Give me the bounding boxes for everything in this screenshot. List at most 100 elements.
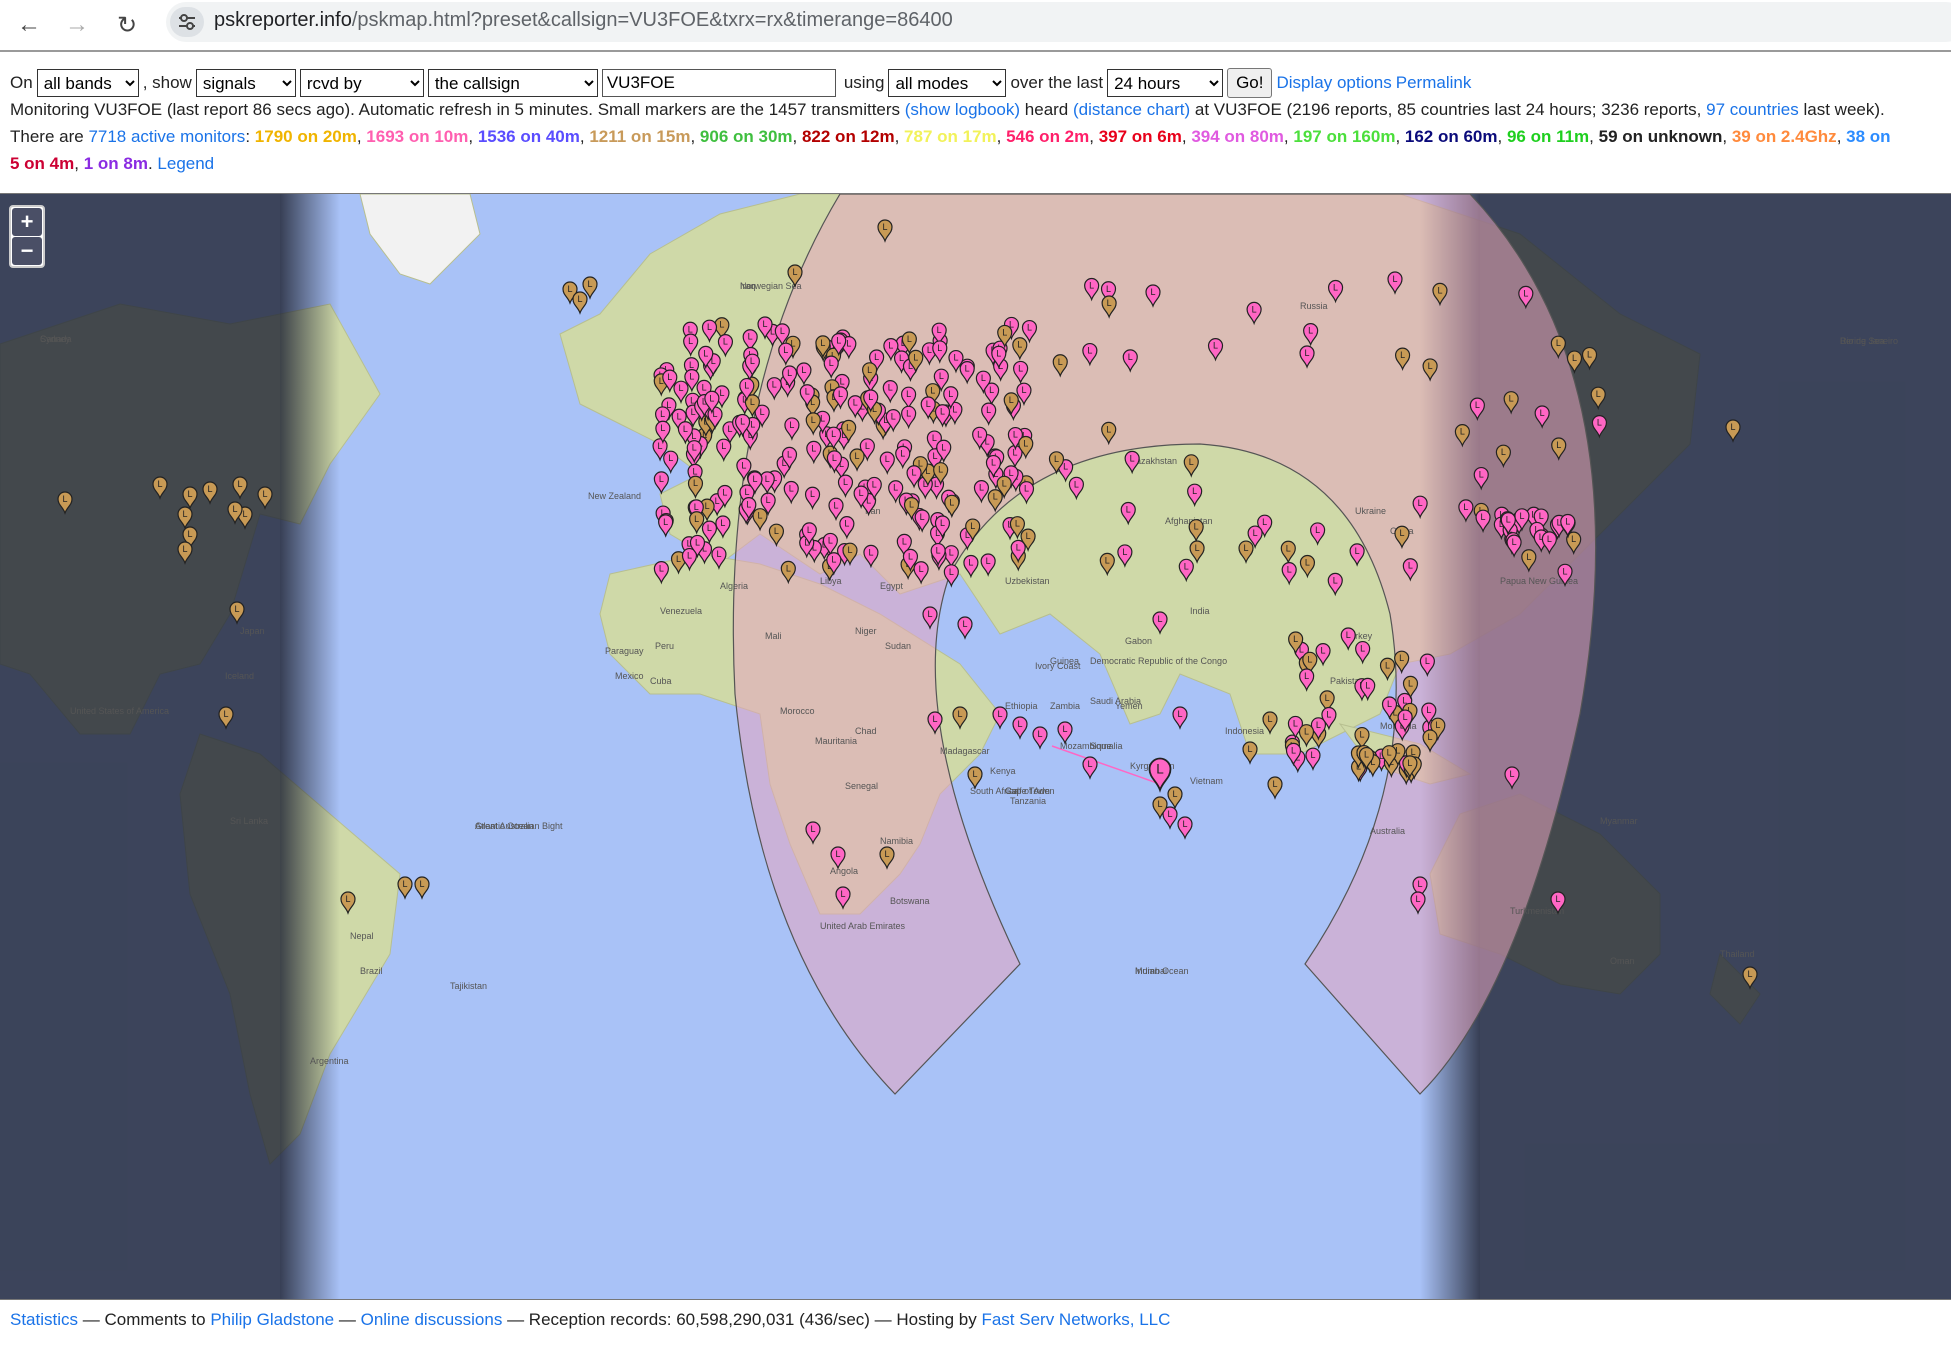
svg-text:L: L [909,500,914,510]
svg-text:L: L [1002,327,1007,337]
world-map[interactable]: Norwegian Sea Atlantic Ocean Indian Ocean B… [0,193,1951,1300]
svg-text:L: L [1013,430,1018,440]
site-settings-icon[interactable] [170,7,204,37]
svg-text:L: L [1024,484,1029,494]
direction-select[interactable]: rcvd by [299,69,424,97]
svg-text:L: L [831,555,836,565]
svg-text:L: L [1027,323,1032,333]
svg-text:L: L [223,709,228,719]
svg-text:L: L [908,551,913,561]
svg-text:L: L [934,479,939,489]
map-label: Chad [855,726,877,736]
show-logbook-link[interactable]: (show logbook) [905,100,1020,119]
map-canvas[interactable]: Norwegian SeaAtlantic OceanIndian OceanB… [0,194,1951,1299]
svg-text:L: L [789,420,794,430]
callsign-input[interactable] [601,69,836,97]
svg-text:L: L [688,324,693,334]
svg-text:L: L [868,547,873,557]
svg-text:L: L [949,567,954,577]
svg-text:L: L [1017,719,1022,729]
svg-text:L: L [810,489,815,499]
band-count: 38 on [1846,127,1891,146]
svg-text:L: L [1596,389,1601,399]
svg-text:L: L [660,409,665,419]
show-select[interactable]: signals [195,69,296,97]
svg-text:L: L [187,529,192,539]
svg-text:L: L [713,409,718,419]
footer-records: — Reception records: 60,598,290,031 (436… [507,1310,977,1329]
svg-text:L: L [840,376,845,386]
band-count: 394 on 80m [1191,127,1284,146]
svg-text:L: L [853,398,858,408]
forward-arrow-icon[interactable]: → [60,8,94,42]
svg-text:L: L [1399,653,1404,663]
map-label: Botswana [890,896,930,906]
svg-text:L: L [746,500,751,510]
map-label: Sri Lanka [230,816,268,826]
svg-text:L: L [938,465,943,475]
svg-text:L: L [567,284,572,294]
permalink-link[interactable]: Permalink [1396,73,1472,93]
svg-text:L: L [587,279,592,289]
svg-text:L: L [787,449,792,459]
svg-text:L: L [1305,348,1310,358]
svg-text:L: L [1475,400,1480,410]
online-discussions-link[interactable]: Online discussions [361,1310,503,1329]
svg-text:L: L [694,514,699,524]
mode-select[interactable]: all modes [888,69,1007,97]
svg-text:L: L [1293,718,1298,728]
svg-text:L: L [1304,671,1309,681]
reload-icon[interactable]: ↻ [110,8,144,42]
svg-text:L: L [912,468,917,478]
svg-text:L: L [888,383,893,393]
svg-text:L: L [1286,543,1291,553]
band-count: 162 on 60m [1404,127,1498,146]
svg-text:L: L [906,389,911,399]
map-label: Uzbekistan [1005,576,1050,586]
url-text[interactable]: pskreporter.info/pskmap.html?preset&call… [214,9,953,32]
active-monitors-link[interactable]: 7718 active monitors [88,127,245,146]
distance-chart-link[interactable]: (distance chart) [1073,100,1190,119]
svg-text:L: L [1572,353,1577,363]
fastserv-link[interactable]: Fast Serv Networks, LLC [981,1310,1170,1329]
philip-gladstone-link[interactable]: Philip Gladstone [210,1310,334,1329]
back-arrow-icon[interactable]: ← [12,8,46,42]
zoom-in-button[interactable]: + [12,208,42,236]
legend-link[interactable]: Legend [157,154,214,173]
range-select[interactable]: 24 hours [1107,69,1224,97]
svg-text:L: L [787,368,792,378]
target-select[interactable]: the callsign [427,69,598,97]
monitors-line: There are 7718 active monitors: 1790 on … [10,127,1891,147]
svg-text:L: L [678,383,683,393]
svg-text:L: L [1128,352,1133,362]
svg-text:L: L [1062,724,1067,734]
svg-text:L: L [1310,750,1315,760]
go-button[interactable]: Go! [1227,68,1273,98]
map-label: Namibia [880,836,913,846]
svg-text:L: L [1316,720,1321,730]
band-select[interactable]: all bands [36,69,139,97]
countries-link[interactable]: 97 countries [1706,100,1799,119]
svg-text:L: L [1418,498,1423,508]
band-count: 546 on 2m [1006,127,1090,146]
map-label: Gabon [1125,636,1152,646]
svg-text:L: L [232,504,237,514]
svg-text:L: L [1587,350,1592,360]
svg-text:L: L [1321,646,1326,656]
map-label: Oman [1610,956,1635,966]
zoom-out-button[interactable]: − [12,237,42,265]
statistics-link[interactable]: Statistics [10,1310,78,1329]
svg-text:L: L [893,483,898,493]
svg-text:L: L [1305,557,1310,567]
status-text: Monitoring VU3FOE (last report 86 secs a… [10,100,901,119]
svg-text:L: L [834,500,839,510]
svg-text:L: L [1403,712,1408,722]
svg-text:L: L [677,411,682,421]
svg-text:L: L [1293,634,1298,644]
svg-text:L: L [1407,758,1412,768]
map-label: Iceland [225,671,254,681]
map-label: Brazil [360,966,383,976]
display-options-link[interactable]: Display options [1276,73,1391,93]
svg-text:L: L [1399,528,1404,538]
map-label: Democratic Republic of the Congo [1090,656,1227,666]
